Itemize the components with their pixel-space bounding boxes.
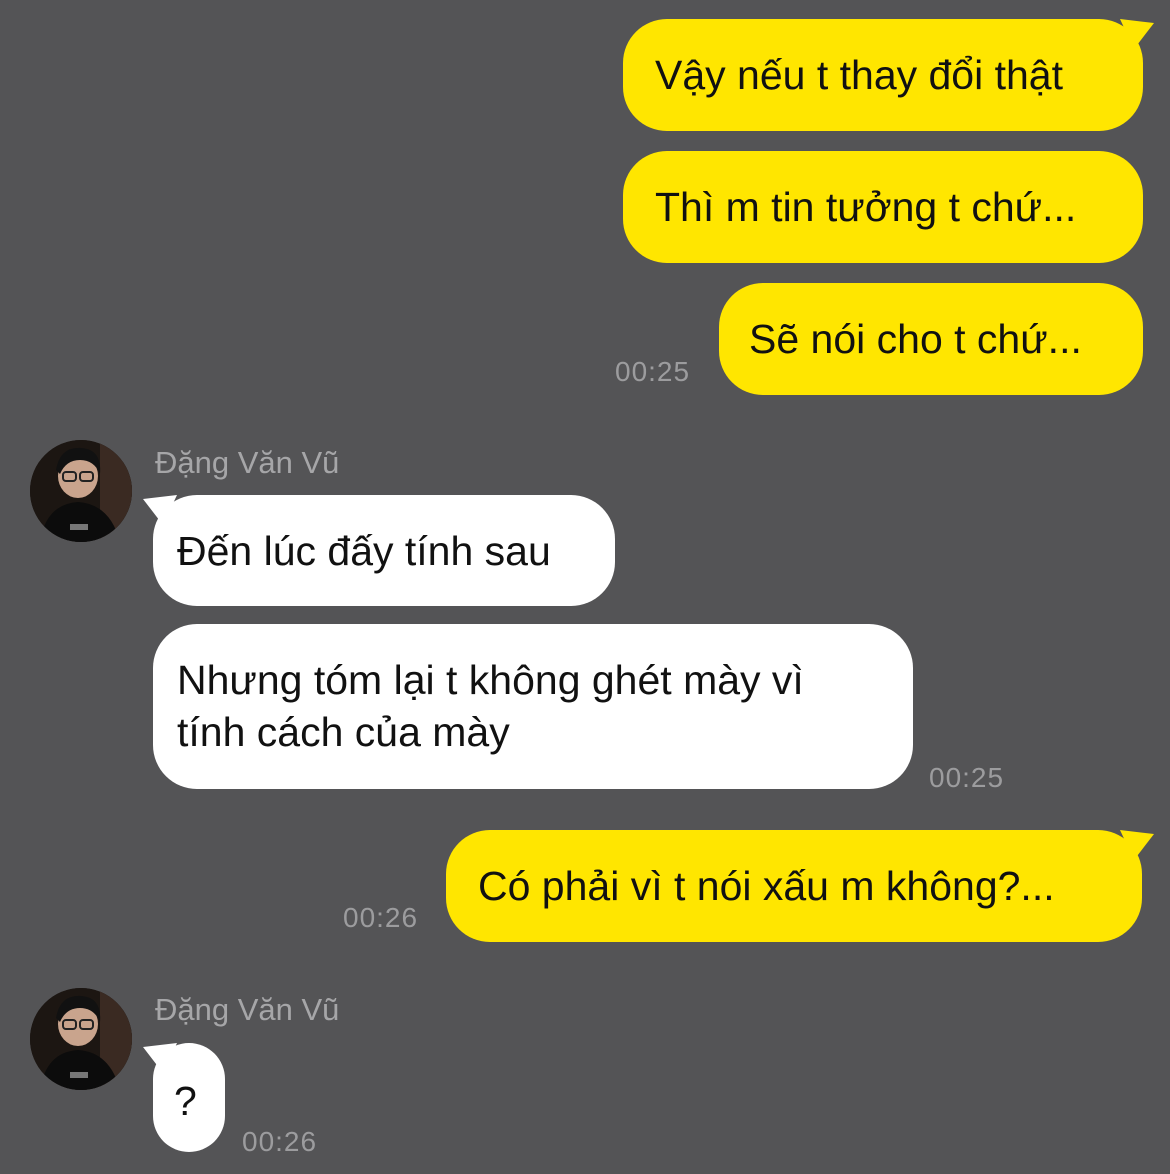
incoming-message-bubble[interactable]: ? — [153, 1043, 225, 1152]
sender-name: Đặng Văn Vũ — [155, 992, 340, 1027]
message-text: Đến lúc đấy tính sau — [177, 528, 551, 574]
message-text: Vậy nếu t thay đổi thật — [655, 52, 1063, 98]
message-text: Thì m tin tưởng t chứ... — [655, 184, 1077, 230]
message-text: tính cách của mày — [177, 709, 510, 755]
outgoing-message-bubble[interactable]: Vậy nếu t thay đổi thật — [623, 19, 1143, 131]
message-text: ? — [174, 1078, 197, 1124]
bubble-tail — [1120, 19, 1154, 49]
outgoing-message-bubble[interactable]: Sẽ nói cho t chứ... — [719, 283, 1143, 395]
avatar[interactable] — [30, 988, 132, 1090]
timestamp: 00:25 — [615, 356, 691, 387]
timestamp: 00:25 — [929, 762, 1005, 793]
profile-photo-icon — [30, 440, 132, 542]
outgoing-message-bubble[interactable]: Có phải vì t nói xấu m không?... — [446, 830, 1142, 942]
message-text: Nhưng tóm lại t không ghét mày vì — [177, 657, 804, 703]
timestamp: 00:26 — [343, 902, 419, 933]
sender-name: Đặng Văn Vũ — [155, 445, 340, 480]
bubble-tail — [1120, 830, 1154, 860]
incoming-message-bubble[interactable]: Đến lúc đấy tính sau — [153, 495, 615, 606]
timestamp: 00:26 — [242, 1126, 318, 1157]
message-text: Sẽ nói cho t chứ... — [749, 316, 1082, 362]
avatar[interactable] — [30, 440, 132, 542]
incoming-message-bubble[interactable]: Nhưng tóm lại t không ghét mày vì tính c… — [153, 624, 913, 789]
profile-photo-icon — [30, 988, 132, 1090]
outgoing-message-bubble[interactable]: Thì m tin tưởng t chứ... — [623, 151, 1143, 263]
message-text: Có phải vì t nói xấu m không?... — [478, 863, 1055, 909]
